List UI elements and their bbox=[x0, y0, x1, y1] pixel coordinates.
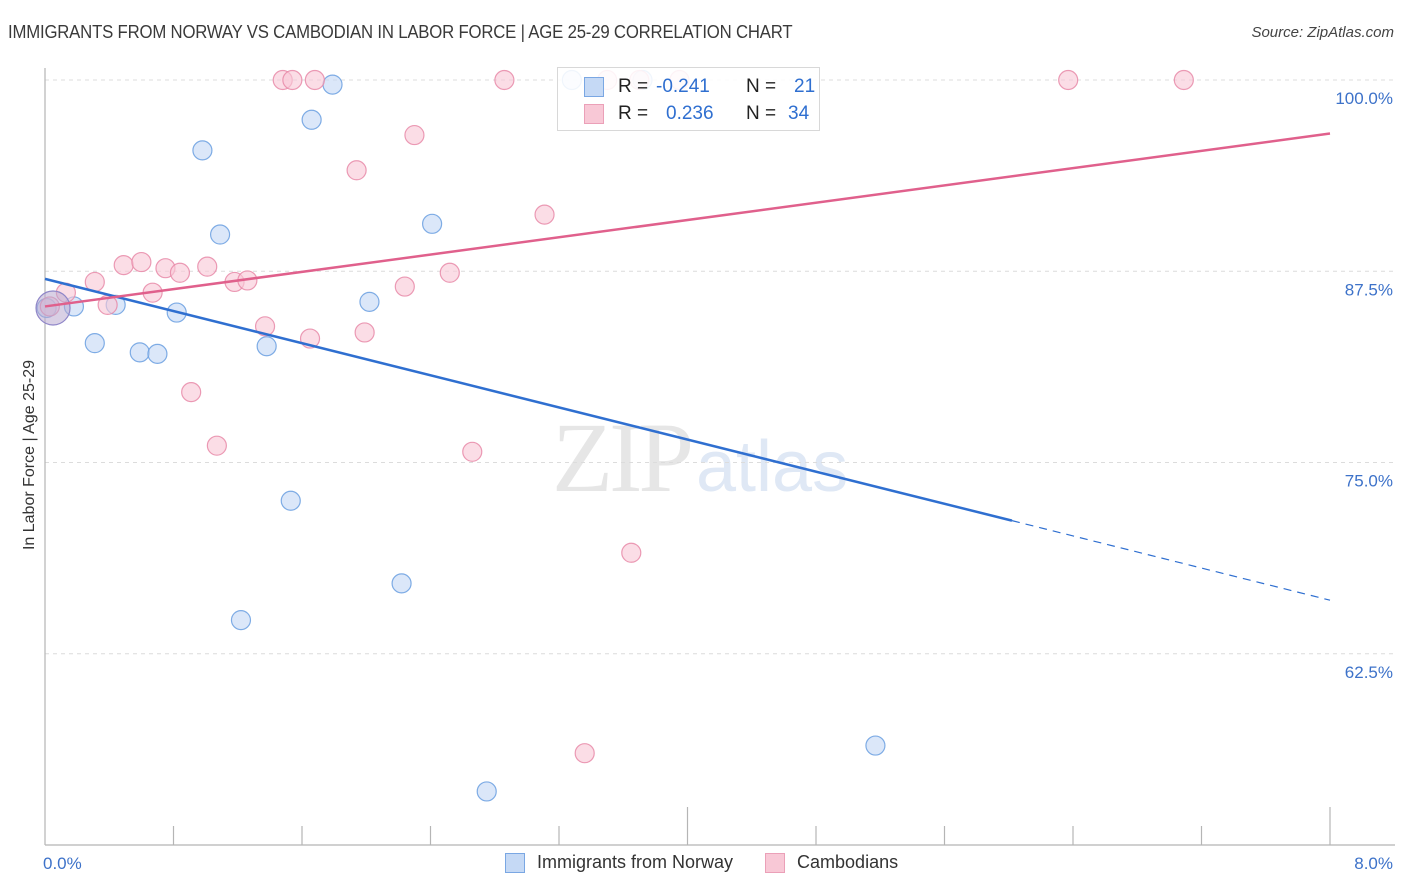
data-point-cambodians bbox=[574, 743, 595, 764]
data-point-norway bbox=[422, 213, 443, 234]
series-swatch-cambodians bbox=[765, 852, 786, 873]
data-point-cambodians bbox=[1058, 69, 1079, 91]
data-point-norway bbox=[322, 74, 343, 95]
data-point-cambodians bbox=[304, 69, 325, 91]
data-point-norway bbox=[147, 343, 168, 364]
axes bbox=[44, 68, 1395, 846]
data-point-norway bbox=[301, 109, 322, 130]
data-point-norway bbox=[391, 573, 412, 594]
data-point-norway bbox=[256, 336, 277, 357]
data-point-cambodians bbox=[354, 322, 375, 343]
data-point-cambodians bbox=[621, 542, 642, 563]
data-point-cambodians bbox=[534, 204, 555, 225]
data-point-cambodians bbox=[1173, 69, 1194, 91]
data-point-cambodians bbox=[282, 69, 303, 91]
data-point-norway bbox=[209, 224, 231, 245]
legend-n-label: N = bbox=[746, 76, 777, 97]
series-legend-cambodians: Cambodians bbox=[765, 852, 898, 873]
y-tick-label: 75.0% bbox=[1345, 472, 1393, 491]
legend-row-norway: R = -0.241 N = 21 bbox=[584, 75, 815, 99]
legend-r-label: R = bbox=[618, 103, 649, 124]
data-point-norway bbox=[865, 735, 886, 756]
x-tick-label-max: 8.0% bbox=[1354, 854, 1393, 873]
legend-n-value-norway: 21 bbox=[794, 76, 816, 97]
series-label-norway: Immigrants from Norway bbox=[537, 852, 734, 872]
data-point-norway bbox=[476, 781, 497, 802]
y-tick-label: 62.5% bbox=[1345, 663, 1393, 682]
data-point-cambodians bbox=[197, 256, 218, 277]
gridlines bbox=[45, 79, 1395, 655]
correlation-legend: R = -0.241 N = 21 R = 0.236 N = 34 bbox=[557, 67, 820, 131]
trend-lines bbox=[44, 132, 1331, 601]
series-label-cambodians: Cambodians bbox=[797, 852, 899, 872]
data-point-norway bbox=[129, 342, 150, 363]
data-point-cambodians bbox=[206, 435, 227, 456]
data-point-cambodians bbox=[404, 124, 425, 146]
data-point-norway bbox=[280, 490, 301, 511]
legend-r-value-cambodians: 0.236 bbox=[666, 103, 714, 124]
legend-r-value-norway: -0.241 bbox=[656, 76, 710, 97]
trend-line-cambodians bbox=[44, 132, 1331, 308]
series-legend-norway: Immigrants from Norway bbox=[505, 852, 733, 873]
x-tick-label-min: 0.0% bbox=[43, 854, 82, 873]
series-legend: Immigrants from Norway Cambodians bbox=[505, 852, 930, 873]
trend-line-extension-norway bbox=[1011, 520, 1331, 601]
data-point-cambodians bbox=[494, 69, 515, 91]
data-point-cambodians bbox=[113, 255, 134, 276]
data-point-cambodians bbox=[346, 160, 367, 181]
data-point-norway bbox=[230, 609, 252, 631]
legend-swatch-norway bbox=[584, 77, 604, 97]
scatter-chart: 100.0% 87.5% 75.0% 62.5% In Labor Force | A… bbox=[21, 68, 1395, 873]
legend-swatch-cambodians bbox=[584, 104, 604, 124]
data-point-norway bbox=[359, 291, 380, 312]
legend-n-label: N = bbox=[746, 103, 777, 124]
data-point-norway bbox=[84, 333, 105, 354]
legend-row-cambodians: R = 0.236 N = 34 bbox=[584, 102, 809, 126]
data-point-cambodians bbox=[169, 262, 191, 283]
data-points bbox=[35, 69, 1194, 802]
y-tick-label: 87.5% bbox=[1345, 280, 1393, 299]
y-tick-label: 100.0% bbox=[1335, 89, 1393, 108]
data-point-cluster bbox=[35, 290, 71, 326]
data-point-cambodians bbox=[181, 382, 202, 403]
data-point-cambodians bbox=[439, 262, 460, 283]
y-axis-label: In Labor Force | Age 25-29 bbox=[21, 360, 38, 550]
data-point-cambodians bbox=[394, 276, 415, 297]
legend-r-label: R = bbox=[618, 76, 649, 97]
data-point-norway bbox=[192, 140, 213, 161]
data-point-cambodians bbox=[462, 441, 483, 462]
legend-n-value-cambodians: 34 bbox=[788, 103, 810, 124]
data-point-cambodians bbox=[131, 251, 152, 273]
series-swatch-norway bbox=[505, 852, 525, 873]
y-tick-labels: 100.0% 87.5% 75.0% 62.5% bbox=[1335, 89, 1393, 682]
